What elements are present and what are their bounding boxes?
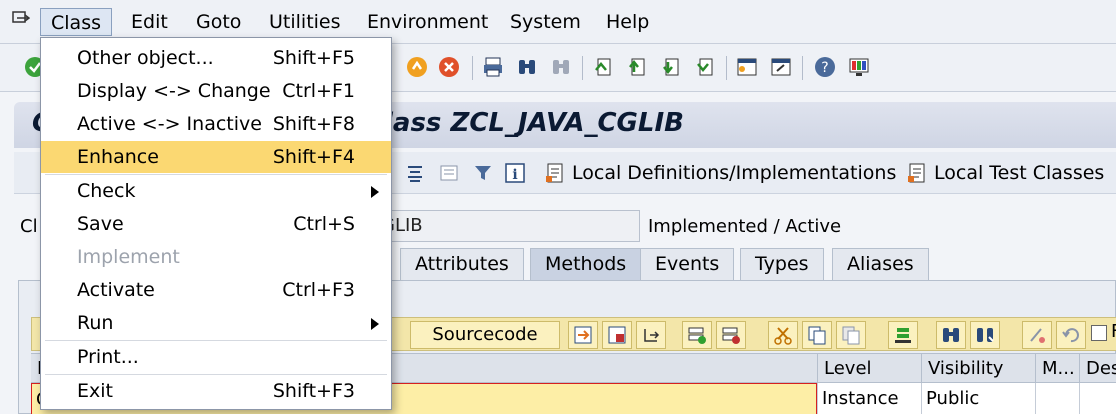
where-used-icon[interactable] — [404, 160, 432, 186]
submenu-arrow-icon — [371, 318, 379, 330]
find-next-icon[interactable] — [548, 54, 574, 80]
cut-icon[interactable] — [768, 321, 798, 349]
cancel-icon[interactable] — [436, 54, 462, 80]
menu-item-implement: Implement — [77, 246, 180, 268]
header-modeled[interactable]: M... — [1035, 354, 1079, 384]
menu-item-display-change[interactable]: Display <-> Change Ctrl+F1 — [41, 75, 391, 107]
help-icon[interactable]: ? — [812, 54, 838, 80]
print-icon[interactable] — [480, 54, 506, 80]
class-label: Cl — [20, 216, 38, 237]
menu-item-enhance[interactable]: Enhance Shift+F4 — [41, 141, 391, 173]
menu-item-print[interactable]: Print... — [41, 341, 391, 373]
customize-layout-icon[interactable] — [846, 54, 872, 80]
filter-checkbox[interactable] — [1091, 325, 1107, 341]
insert-row-icon[interactable] — [682, 321, 712, 349]
menu-item-exit[interactable]: Exit Shift+F3 — [41, 375, 391, 407]
level-cell[interactable]: Instance — [817, 383, 921, 414]
filter-icon[interactable] — [472, 160, 500, 186]
navigate-icon[interactable] — [636, 321, 666, 349]
menu-item-other-object[interactable]: Other object... Shift+F5 — [41, 42, 391, 74]
tab-types[interactable]: Types — [740, 248, 824, 280]
header-description[interactable]: Des — [1079, 354, 1116, 384]
first-page-icon[interactable] — [590, 54, 616, 80]
menu-environment[interactable]: Environment — [357, 8, 498, 36]
shortcut-icon[interactable] — [768, 54, 794, 80]
menu-item-save[interactable]: Save Ctrl+S — [41, 208, 391, 240]
svg-text:i: i — [512, 167, 517, 183]
class-name-field[interactable]: GLIB — [374, 210, 640, 242]
menu-help[interactable]: Help — [596, 8, 659, 36]
sort-icon[interactable] — [888, 321, 918, 349]
menu-edit[interactable]: Edit — [121, 8, 178, 36]
class-menu-dropdown: Other object... Shift+F5 Display <-> Cha… — [40, 37, 392, 410]
visibility-cell[interactable]: Public — [921, 383, 1035, 414]
previous-page-icon[interactable] — [624, 54, 650, 80]
tab-attributes[interactable]: Attributes — [400, 248, 524, 280]
next-page-icon[interactable] — [658, 54, 684, 80]
header-visibility[interactable]: Visibility — [921, 354, 1035, 384]
header-level[interactable]: Level — [817, 354, 921, 384]
find-table-icon[interactable] — [936, 321, 966, 349]
local-definitions-button[interactable]: Local Definitions/Implementations — [544, 160, 896, 186]
delete-row-icon[interactable] — [716, 321, 746, 349]
sourcecode-button[interactable]: Sourcecode — [410, 321, 560, 349]
local-test-classes-label: Local Test Classes — [934, 162, 1105, 184]
new-session-icon[interactable] — [734, 54, 760, 80]
menu-item-run[interactable]: Run — [41, 307, 391, 339]
local-definitions-label: Local Definitions/Implementations — [572, 162, 897, 184]
display-object-list-icon[interactable] — [438, 160, 466, 186]
menu-class[interactable]: Class — [40, 8, 112, 36]
tab-events[interactable]: Events — [640, 248, 735, 280]
find-next-table-icon[interactable] — [970, 321, 1000, 349]
menu-item-check[interactable]: Check — [41, 175, 391, 207]
last-page-icon[interactable] — [692, 54, 718, 80]
class-status: Implemented / Active — [648, 216, 842, 237]
menu-goto[interactable]: Goto — [186, 8, 251, 36]
modeled-cell[interactable] — [1035, 383, 1079, 414]
tab-methods[interactable]: Methods — [530, 248, 642, 280]
page-title: lass ZCL_JAVA_CGLIB — [384, 108, 684, 138]
parameters-icon[interactable] — [568, 321, 598, 349]
info-icon[interactable]: i — [504, 160, 532, 186]
tab-aliases[interactable]: Aliases — [832, 248, 929, 280]
menu-item-active-inactive[interactable]: Active <-> Inactive Shift+F8 — [41, 108, 391, 140]
menu-system[interactable]: System — [500, 8, 591, 36]
description-cell[interactable] — [1079, 383, 1116, 414]
logoff-icon[interactable] — [404, 54, 430, 80]
paste-icon[interactable] — [836, 321, 866, 349]
filter-checkbox-label: F — [1111, 321, 1116, 342]
copy-icon[interactable] — [802, 321, 832, 349]
document-icon — [908, 163, 925, 183]
menu-utilities[interactable]: Utilities — [259, 8, 351, 36]
submenu-arrow-icon — [371, 186, 379, 198]
svg-text:?: ? — [821, 60, 828, 76]
exceptions-icon[interactable] — [602, 321, 632, 349]
document-icon — [546, 163, 563, 183]
find-icon[interactable] — [514, 54, 540, 80]
undo-icon[interactable] — [1056, 321, 1086, 349]
undo-change-icon[interactable] — [1022, 321, 1052, 349]
system-menu-icon[interactable] — [12, 10, 30, 28]
menu-item-activate[interactable]: Activate Ctrl+F3 — [41, 274, 391, 306]
local-test-classes-button[interactable]: Local Test Classes — [906, 160, 1104, 186]
